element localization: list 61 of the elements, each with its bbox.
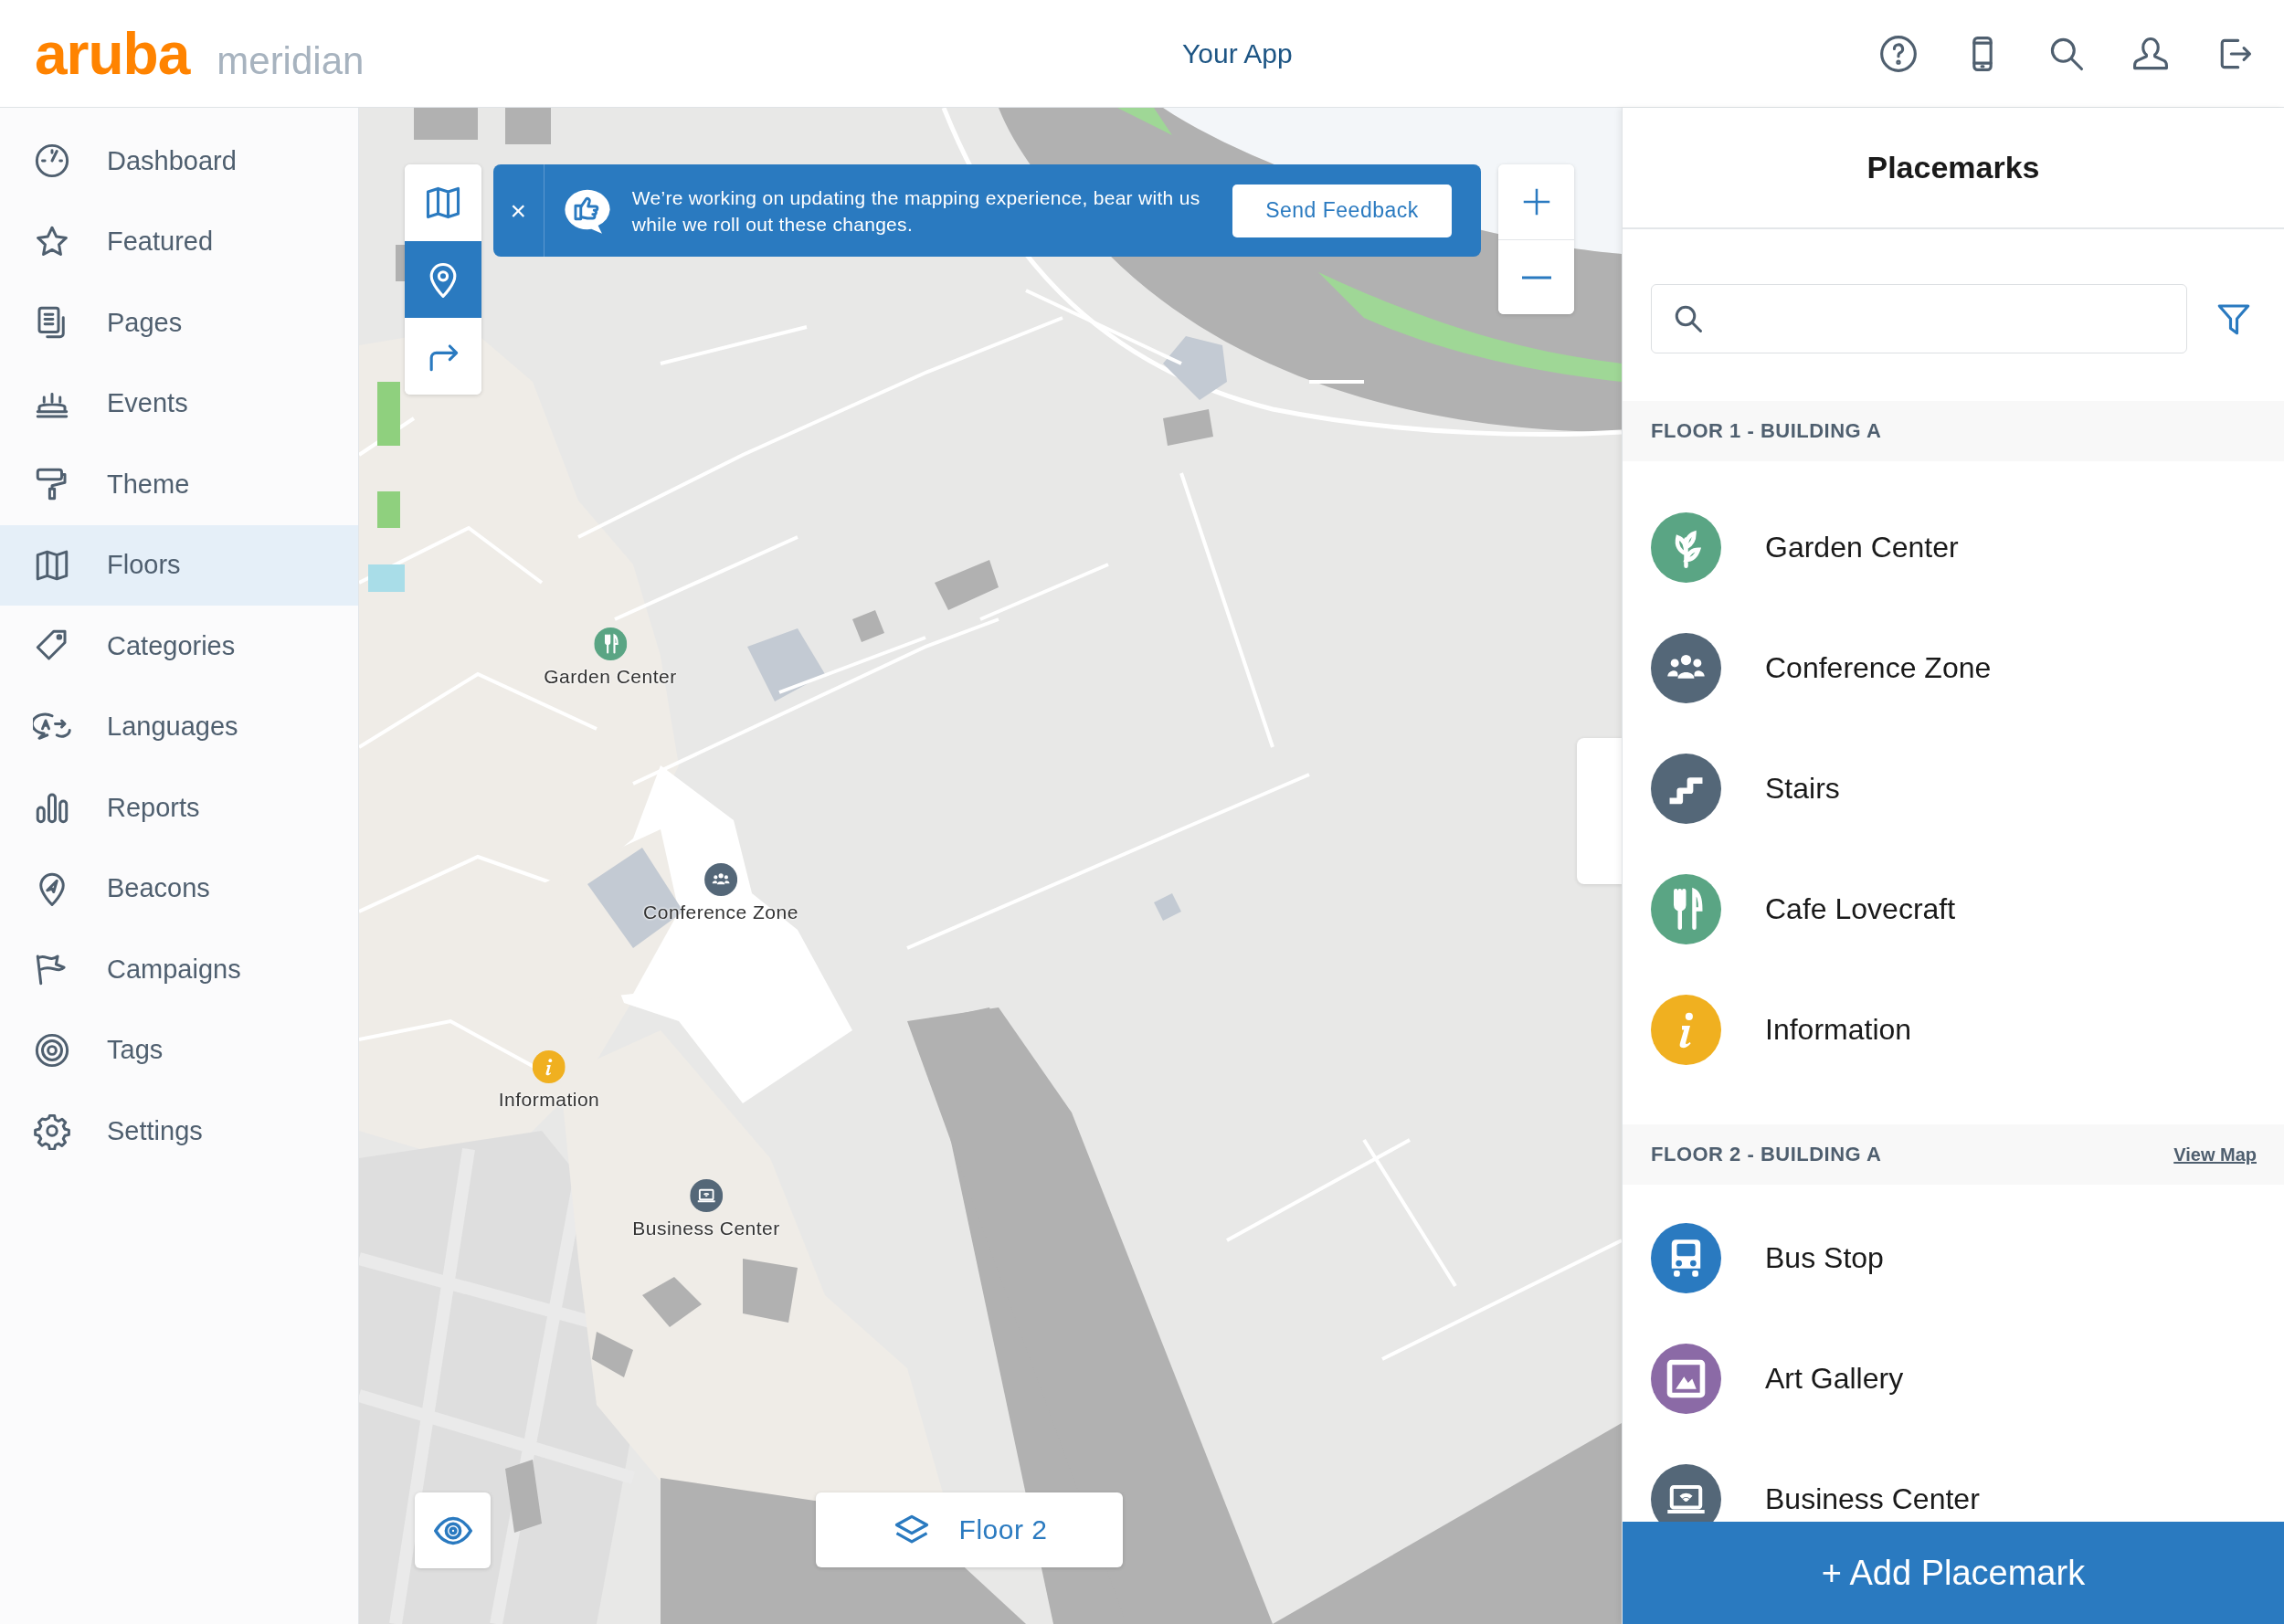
placemark-item[interactable]: Cafe Lovecraft xyxy=(1765,891,1956,926)
placemark-item[interactable]: Art Gallery xyxy=(1765,1361,1904,1396)
banner-message: We’re working on updating the mapping experience, bear with us while we roll out these changes. xyxy=(631,185,1201,237)
map-placemark-label[interactable]: Conference Zone xyxy=(643,902,798,923)
nav-item[interactable]: Events xyxy=(0,363,358,444)
map-placemark-label[interactable]: Garden Center xyxy=(544,666,677,688)
nav-item[interactable]: Pages xyxy=(0,282,358,364)
building-block xyxy=(1163,409,1213,446)
close-button[interactable]: × xyxy=(493,164,545,257)
panel-title: Placemarks xyxy=(1623,108,2284,229)
nav-item[interactable]: Campaigns xyxy=(0,929,358,1010)
section-title: FLOOR 1 - BUILDING A xyxy=(1651,419,1882,443)
nav-item[interactable]: Floors xyxy=(0,524,358,606)
nav-item[interactable]: Beacons xyxy=(0,848,358,929)
section-title: FLOOR 2 - BUILDING A xyxy=(1651,1143,1882,1166)
nav-item[interactable]: Languages xyxy=(0,686,358,767)
visibility-button[interactable] xyxy=(415,1492,491,1568)
building-block xyxy=(414,108,478,140)
product-name: meridian xyxy=(217,41,365,80)
lawn-patch xyxy=(377,491,400,528)
room-area xyxy=(1163,336,1227,400)
send-feedback-button[interactable]: Send Feedback xyxy=(1232,184,1452,237)
nav-item[interactable]: Categories xyxy=(0,606,358,687)
placemark-item[interactable]: Bus Stop xyxy=(1765,1240,1884,1275)
map-placemark-label[interactable]: Business Center xyxy=(632,1218,780,1239)
placemark-item[interactable]: Business Center xyxy=(1765,1482,1980,1516)
help-icon xyxy=(1878,33,1919,74)
building-block xyxy=(935,560,999,610)
floor-plan-map[interactable] xyxy=(359,108,1622,1624)
gear-icon xyxy=(33,1112,71,1151)
map-tool-button[interactable] xyxy=(405,318,481,395)
search-field[interactable] xyxy=(1651,284,2187,353)
nav-item[interactable]: Reports xyxy=(0,767,358,849)
map-tool-button[interactable] xyxy=(405,164,481,241)
map-placemark-label[interactable]: Information xyxy=(498,1089,600,1111)
nav-item[interactable]: Dashboard xyxy=(0,121,358,202)
placemark-item[interactable]: Garden Center xyxy=(1765,530,1959,564)
app-name: Your App xyxy=(1182,37,1293,69)
panel-handle[interactable] xyxy=(1577,738,1622,884)
nav-item[interactable]: Tags xyxy=(0,1009,358,1091)
placemark-item[interactable]: Stairs xyxy=(1765,771,1840,806)
lawn-strip xyxy=(1117,108,1172,135)
view-map-link[interactable]: View Map xyxy=(2173,1144,2257,1165)
building-block xyxy=(852,610,884,642)
placemark-item[interactable]: Information xyxy=(1765,1012,1912,1047)
minus-icon xyxy=(1521,275,1551,279)
add-placemark-button[interactable]: + Add Placemark xyxy=(1623,1522,2284,1624)
room-area xyxy=(1154,893,1181,921)
building-block xyxy=(642,1277,702,1327)
map-tool-button[interactable] xyxy=(405,241,481,318)
nav-item[interactable]: Theme xyxy=(0,444,358,525)
building-block xyxy=(505,108,551,144)
building-block xyxy=(743,1259,798,1323)
logo: aruba xyxy=(35,24,190,83)
lawn-patch xyxy=(377,382,400,446)
floor-selector-button[interactable]: Floor 2 xyxy=(816,1492,1123,1567)
nav-item[interactable]: Settings xyxy=(0,1091,358,1172)
placemark-item[interactable]: Conference Zone xyxy=(1765,650,1992,685)
nav-item[interactable]: Featured xyxy=(0,201,358,282)
water-feature xyxy=(368,564,405,592)
building-block xyxy=(592,1332,633,1377)
